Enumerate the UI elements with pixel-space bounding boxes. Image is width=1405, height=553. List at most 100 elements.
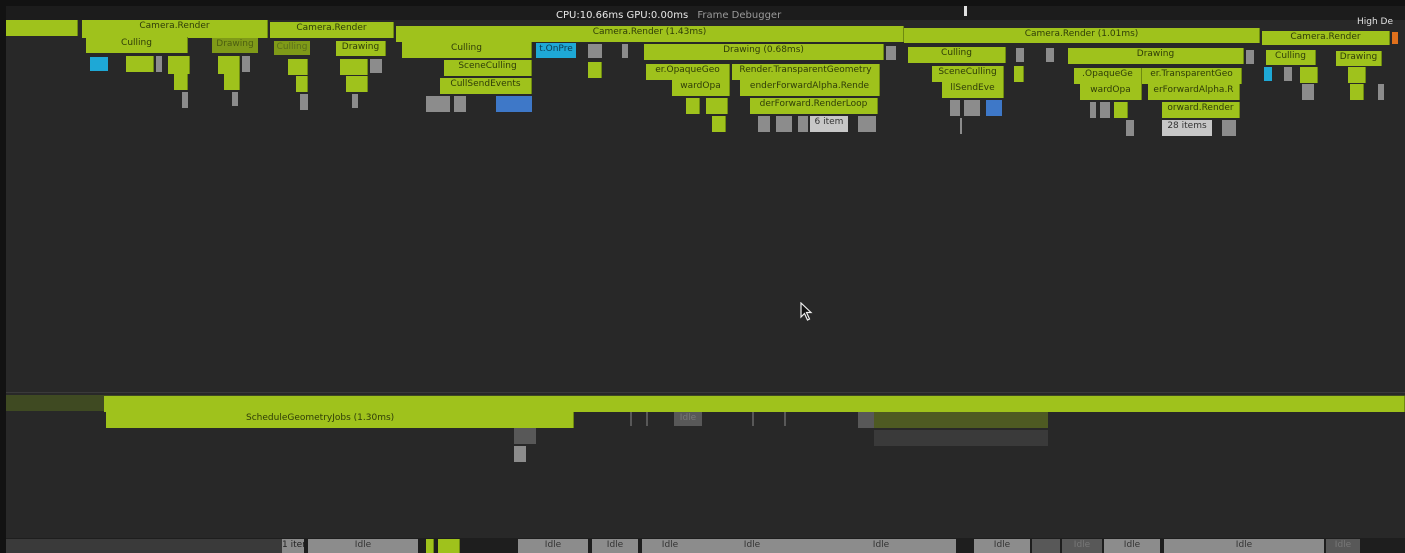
marker-gray[interactable] xyxy=(454,96,466,112)
marker-gray[interactable] xyxy=(352,94,358,108)
marker-green-small[interactable] xyxy=(1014,66,1024,82)
marker-green-small[interactable] xyxy=(706,98,728,114)
marker-gray[interactable] xyxy=(950,100,960,116)
marker-gray[interactable] xyxy=(1016,48,1024,62)
marker-green-small[interactable] xyxy=(1348,67,1366,83)
marker-green-small[interactable] xyxy=(346,76,368,92)
main-thread-marker[interactable] xyxy=(6,20,78,36)
marker-culling-5[interactable]: Culling xyxy=(1266,50,1316,65)
marker-bottom-idle[interactable]: Idle xyxy=(642,539,698,553)
marker-job-faded[interactable] xyxy=(874,412,1048,428)
marker-gray[interactable] xyxy=(232,92,238,106)
marker-schedule-geometry-jobs[interactable]: ScheduleGeometryJobs (1.30ms) xyxy=(106,412,574,428)
marker-gray[interactable] xyxy=(1222,120,1236,136)
marker-forward-alpha-1[interactable]: enderForwardAlpha.Rende xyxy=(740,80,880,96)
marker-culling-4[interactable]: Culling xyxy=(908,47,1006,63)
marker-green-small[interactable] xyxy=(168,56,190,74)
marker-culling-3[interactable]: Culling xyxy=(402,42,532,58)
marker-gray[interactable] xyxy=(426,96,450,112)
marker-gray[interactable] xyxy=(1246,50,1254,64)
marker-drawing-3[interactable]: Drawing (0.68ms) xyxy=(644,44,884,60)
marker-green-small[interactable] xyxy=(1114,102,1128,118)
marker-drawing-1[interactable]: Drawing xyxy=(212,38,258,53)
marker-gray[interactable] xyxy=(858,116,876,132)
marker-cull-send-events-2[interactable]: llSendEve xyxy=(942,82,1004,98)
high-detail-toggle[interactable]: High De xyxy=(1357,17,1393,27)
marker-gray[interactable] xyxy=(886,46,896,60)
marker-forward-alpha-2[interactable]: erForwardAlpha.R xyxy=(1148,84,1240,100)
marker-cull-send-events-1[interactable]: CullSendEvents xyxy=(440,78,532,94)
marker-bottom-idle[interactable]: Idle xyxy=(1164,539,1324,553)
marker-opaque-geometry-1[interactable]: er.OpaqueGeo xyxy=(646,64,730,80)
marker-idle-faint[interactable]: Idle xyxy=(674,412,702,426)
marker-orange[interactable] xyxy=(1392,32,1398,44)
marker-gray[interactable] xyxy=(370,59,382,73)
marker-cyan[interactable] xyxy=(1264,67,1272,81)
marker-bottom-idle-faint[interactable]: Idle xyxy=(1062,539,1102,553)
marker-gray[interactable] xyxy=(630,412,632,426)
marker-drawing-4[interactable]: Drawing xyxy=(1068,48,1244,64)
marker-green-small[interactable] xyxy=(288,59,308,75)
marker-gray[interactable] xyxy=(776,116,792,132)
marker-bottom-idle[interactable]: Idle xyxy=(592,539,638,553)
marker-gray[interactable] xyxy=(752,412,754,426)
marker-scene-culling-1[interactable]: SceneCulling xyxy=(444,60,532,76)
collapsed-items-2[interactable]: 28 items xyxy=(1162,120,1212,136)
marker-bottom-idle-faint[interactable]: Idle xyxy=(1326,539,1360,553)
marker-gray[interactable] xyxy=(784,412,786,426)
marker-bottom-idle[interactable]: Idle xyxy=(974,539,1030,553)
marker-onprerender[interactable]: t.OnPre xyxy=(536,43,576,58)
marker-gray[interactable] xyxy=(960,118,962,134)
marker-cyan[interactable] xyxy=(90,57,108,71)
marker-gray[interactable] xyxy=(156,56,162,72)
marker-gray[interactable] xyxy=(588,44,602,58)
marker-bottom-gray[interactable] xyxy=(1032,539,1060,553)
marker-camera-render-4[interactable]: Camera.Render (1.01ms) xyxy=(904,28,1260,43)
marker-green-small[interactable] xyxy=(1350,84,1364,100)
marker-gray[interactable] xyxy=(646,412,648,426)
marker-gray[interactable] xyxy=(514,428,536,444)
marker-blue[interactable] xyxy=(986,100,1002,116)
marker-gray[interactable] xyxy=(514,446,526,462)
marker-green-small[interactable] xyxy=(126,56,154,72)
marker-bottom-green[interactable] xyxy=(426,539,434,553)
marker-culling-1[interactable]: Culling xyxy=(86,37,188,53)
marker-bottom[interactable] xyxy=(6,539,282,553)
marker-green-small[interactable] xyxy=(340,59,368,75)
marker-culling-2[interactable]: Culling xyxy=(274,41,310,55)
marker-gray[interactable] xyxy=(1302,84,1314,100)
marker-green-small[interactable] xyxy=(712,116,726,132)
marker-gray[interactable] xyxy=(858,412,874,428)
marker-gray[interactable] xyxy=(182,92,188,108)
marker-camera-render-3[interactable]: Camera.Render (1.43ms) xyxy=(396,26,904,42)
marker-opaque-geometry-2[interactable]: .OpaqueGe xyxy=(1074,68,1142,84)
marker-gray[interactable] xyxy=(1046,48,1054,62)
marker-transparent-geometry-1[interactable]: Render.TransparentGeometry xyxy=(732,64,880,80)
marker-gray[interactable] xyxy=(1126,120,1134,136)
marker-green-small[interactable] xyxy=(218,56,240,74)
marker-camera-render-1[interactable]: Camera.Render xyxy=(82,20,268,38)
marker-green-small[interactable] xyxy=(296,76,308,92)
marker-bottom-idle[interactable]: Idle xyxy=(1104,539,1160,553)
marker-transparent-geometry-2[interactable]: er.TransparentGeo xyxy=(1142,68,1242,84)
marker-green-small[interactable] xyxy=(686,98,700,114)
marker-gray[interactable] xyxy=(1090,102,1096,118)
marker-forward-render-loop-1[interactable]: derForward.RenderLoop xyxy=(750,98,878,114)
marker-bottom-iter[interactable]: 1 iter xyxy=(282,539,304,553)
marker-forward-opaque-2[interactable]: wardOpa xyxy=(1080,84,1142,100)
marker-drawing-2[interactable]: Drawing xyxy=(336,41,386,56)
marker-job-faded[interactable] xyxy=(874,430,1048,446)
marker-bottom-idle[interactable]: Idle xyxy=(518,539,588,553)
marker-gray[interactable] xyxy=(622,44,628,58)
frame-debugger-link[interactable]: Frame Debugger xyxy=(697,10,781,21)
marker-bottom-idle[interactable]: Idle xyxy=(308,539,418,553)
marker-green-small[interactable] xyxy=(588,62,602,78)
marker-bottom-idle[interactable]: Idle xyxy=(698,539,806,553)
marker-green-small[interactable] xyxy=(1300,67,1318,83)
marker-scene-culling-2[interactable]: SceneCulling xyxy=(932,66,1004,82)
marker-job-root[interactable] xyxy=(104,396,1405,412)
marker-gray[interactable] xyxy=(1378,84,1384,100)
marker-bottom-green[interactable] xyxy=(438,539,460,553)
marker-green-small[interactable] xyxy=(174,74,188,90)
marker-gray[interactable] xyxy=(1100,102,1110,118)
